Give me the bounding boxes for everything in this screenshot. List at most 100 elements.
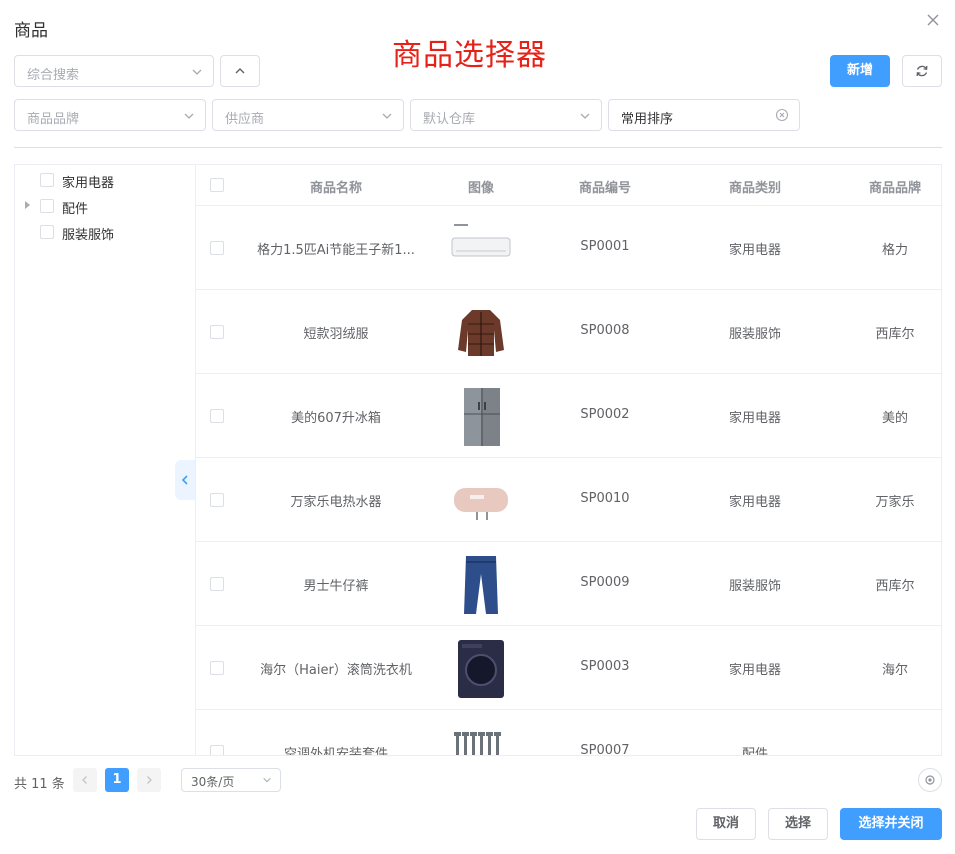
chevron-left-icon xyxy=(181,475,188,485)
tree-node-label: 配件 xyxy=(62,202,89,217)
product-code: SP0008 xyxy=(580,323,630,338)
collapse-filters-button[interactable] xyxy=(220,55,260,87)
tree-checkbox[interactable] xyxy=(40,173,54,187)
product-name: 美的607升冰箱 xyxy=(291,411,381,426)
chevron-right-icon xyxy=(147,776,152,784)
row-checkbox[interactable] xyxy=(210,241,224,255)
row-checkbox[interactable] xyxy=(210,325,224,339)
product-name: 格力1.5匹Ai节能王子新1... xyxy=(257,243,415,258)
product-category: 服装服饰 xyxy=(728,579,781,594)
table-row[interactable]: 短款羽绒服 SP0008 服装服饰 西库尔 xyxy=(196,290,941,374)
product-brand: 万家乐 xyxy=(875,495,915,510)
product-name: 男士牛仔裤 xyxy=(303,579,369,594)
product-code: SP0010 xyxy=(580,491,630,506)
close-icon[interactable] xyxy=(925,12,941,28)
chevron-down-icon xyxy=(263,777,271,783)
caret-right-icon[interactable] xyxy=(25,201,30,209)
product-brand: 西库尔 xyxy=(875,579,915,594)
warehouse-placeholder: 默认仓库 xyxy=(423,112,476,127)
supplier-select[interactable]: 供应商 xyxy=(212,99,404,131)
washing-machine-icon xyxy=(458,640,504,698)
product-brand: 海尔 xyxy=(881,663,908,678)
select-and-close-button[interactable]: 选择并关闭 xyxy=(840,808,942,840)
product-table: 商品名称 图像 商品编号 商品类别 商品品牌 格力1.5匹Ai节能王子新1...… xyxy=(196,164,942,756)
water-heater-icon xyxy=(454,488,508,520)
column-settings-button[interactable] xyxy=(918,768,942,792)
row-checkbox[interactable] xyxy=(210,661,224,675)
collapse-tree-button[interactable] xyxy=(175,460,195,500)
brand-placeholder: 商品品牌 xyxy=(27,112,80,127)
table-row[interactable]: 美的607升冰箱 SP0002 家用电器 美的 xyxy=(196,374,941,458)
divider xyxy=(14,147,942,148)
chevron-down-icon xyxy=(192,69,202,75)
product-code: SP0009 xyxy=(580,575,630,590)
select-all-checkbox[interactable] xyxy=(210,178,224,192)
row-checkbox[interactable] xyxy=(210,745,224,755)
product-category: 家用电器 xyxy=(728,243,781,258)
table-row[interactable]: 男士牛仔裤 SP0009 服装服饰 西库尔 xyxy=(196,542,941,626)
product-brand: 美的 xyxy=(881,411,908,426)
row-checkbox[interactable] xyxy=(210,493,224,507)
cancel-button[interactable]: 取消 xyxy=(696,808,756,840)
product-name: 短款羽绒服 xyxy=(303,327,369,342)
product-category: 家用电器 xyxy=(728,411,781,426)
refresh-button[interactable] xyxy=(902,55,942,87)
product-category: 配件 xyxy=(741,747,768,756)
chevron-up-icon xyxy=(235,68,245,74)
product-code: SP0001 xyxy=(580,239,630,254)
row-checkbox[interactable] xyxy=(210,577,224,591)
tree-node-apparel[interactable]: 服装服饰 xyxy=(15,219,195,245)
sort-select[interactable]: 常用排序 xyxy=(608,99,800,131)
product-code: SP0002 xyxy=(580,407,630,422)
product-brand: 格力 xyxy=(881,243,908,258)
page-heading: 商品选择器 xyxy=(392,38,547,73)
product-category: 家用电器 xyxy=(728,663,781,678)
table-row[interactable]: 空调外机安装套件 SP0007 配件 xyxy=(196,710,941,756)
supplier-placeholder: 供应商 xyxy=(225,112,265,127)
search-select[interactable]: 综合搜索 xyxy=(14,55,214,87)
add-button[interactable]: 新增 xyxy=(830,55,890,87)
page-size-select[interactable]: 30条/页 xyxy=(181,768,281,792)
warehouse-select[interactable]: 默认仓库 xyxy=(410,99,602,131)
air-conditioner-icon xyxy=(451,224,511,257)
tree-node-appliances[interactable]: 家用电器 xyxy=(15,167,195,193)
next-page-button[interactable] xyxy=(137,768,161,792)
table-row[interactable]: 海尔（Haier）滚筒洗衣机 SP0003 家用电器 海尔 xyxy=(196,626,941,710)
brand-select[interactable]: 商品品牌 xyxy=(14,99,206,131)
header-name[interactable]: 商品名称 xyxy=(236,177,436,196)
product-brand: 西库尔 xyxy=(875,327,915,342)
header-category[interactable]: 商品类别 xyxy=(695,177,815,196)
chevron-left-icon xyxy=(82,776,87,784)
product-code: SP0003 xyxy=(580,659,630,674)
tree-node-label: 家用电器 xyxy=(62,176,115,191)
jeans-icon xyxy=(464,556,498,614)
clear-icon[interactable] xyxy=(775,108,789,122)
tree-checkbox[interactable] xyxy=(40,199,54,213)
row-checkbox[interactable] xyxy=(210,409,224,423)
refresh-icon xyxy=(916,65,928,77)
total-count: 共 11 条 xyxy=(14,777,65,792)
dialog-title: 商品 xyxy=(14,21,48,41)
page-number-current[interactable]: 1 xyxy=(105,768,129,792)
table-row[interactable]: 格力1.5匹Ai节能王子新1... SP0001 家用电器 格力 xyxy=(196,206,941,290)
search-placeholder: 综合搜索 xyxy=(27,68,80,83)
chevron-down-icon xyxy=(580,113,590,119)
header-image: 图像 xyxy=(467,181,494,196)
category-tree: 家用电器 配件 服装服饰 xyxy=(14,164,196,756)
product-name: 空调外机安装套件 xyxy=(283,747,388,756)
page-size-value: 30条/页 xyxy=(191,775,235,789)
product-category: 家用电器 xyxy=(728,495,781,510)
header-brand[interactable]: 商品品牌 xyxy=(835,177,941,196)
select-button[interactable]: 选择 xyxy=(768,808,828,840)
table-row[interactable]: 万家乐电热水器 SP0010 家用电器 万家乐 xyxy=(196,458,941,542)
down-jacket-icon xyxy=(458,310,504,356)
gear-icon xyxy=(925,775,935,785)
product-category: 服装服饰 xyxy=(728,327,781,342)
prev-page-button[interactable] xyxy=(73,768,97,792)
tree-node-accessories[interactable]: 配件 xyxy=(15,193,195,219)
product-name: 海尔（Haier）滚筒洗衣机 xyxy=(260,663,412,678)
product-code: SP0007 xyxy=(580,743,630,756)
tree-checkbox[interactable] xyxy=(40,225,54,239)
install-kit-icon xyxy=(454,732,501,755)
header-code[interactable]: 商品编号 xyxy=(545,177,665,196)
